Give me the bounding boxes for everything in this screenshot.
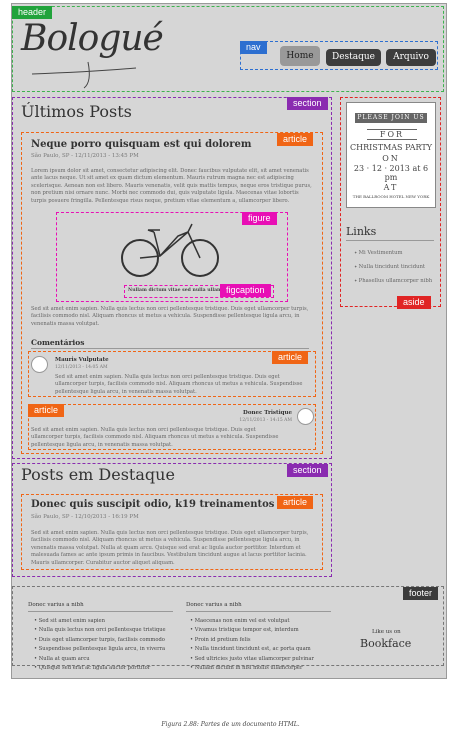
section-title-featured: Posts em Destaque (21, 465, 175, 484)
label-article-comment-2: article (28, 404, 65, 417)
footer-col-2-item[interactable]: Nullam dictum in nisl mollis ullamcorper (190, 664, 314, 673)
section-title-latest: Últimos Posts (21, 102, 132, 121)
poster-venue: THE BALLROOM HOTEL NEW YORK (352, 194, 430, 199)
bicycle-image (121, 223, 219, 277)
label-nav: nav (240, 41, 267, 54)
nav-destaque[interactable]: Destaque (326, 49, 381, 66)
article-meta: São Paulo, SP - 12/11/2013 - 13:45 PM (31, 153, 139, 159)
link-2[interactable]: Nulla tincidunt tincidunt (354, 260, 432, 274)
links-title: Links (346, 225, 377, 238)
label-article-2: article (277, 496, 314, 509)
comments-divider (31, 348, 309, 349)
footer-col-2-item[interactable]: Nulla tincidunt tincidunt est, ac porta … (190, 645, 314, 654)
poster-event: CHRISTMAS PARTY (349, 143, 432, 152)
poster-banner: PLEASE JOIN US (355, 113, 427, 123)
poster-date: 23 · 12 · 2013 at 6 pm (353, 164, 429, 182)
poster-for: FOR (367, 129, 417, 140)
comment-1-name: Mauris Vulputate (55, 357, 109, 363)
footer-col-1-item[interactable]: Quisque sed erat ac ligula auctor portti… (34, 664, 166, 673)
article-paragraph-1: Lorem ipsum dolor sit amet, consectetur … (31, 168, 312, 204)
link-1[interactable]: Mi Vestimentum (354, 246, 432, 260)
footer-col-2-item[interactable]: Maecenas non enim vel est volutpat (190, 617, 314, 626)
footer-col-2-item[interactable]: Sed ultricies justo vitae ullamcorper pu… (190, 655, 314, 664)
footer-col-1-item[interactable]: Suspendisse pellentesque ligula arcu, in… (34, 645, 166, 654)
footer-col-2-item[interactable]: Vivamus tristique tempor est, interdum (190, 626, 314, 635)
comments-title: Comentários (31, 338, 85, 347)
footer-col-1-item[interactable]: Duis eget ullamcorper turpis, facilisis … (34, 636, 166, 645)
footer-col-2-list: Maecenas non enim vel est volutpat Vivam… (190, 617, 314, 673)
avatar-1 (31, 356, 48, 373)
avatar-2 (297, 408, 314, 425)
comment-2-text: Sed sit amet enim sapien. Nulla quis lec… (31, 427, 279, 448)
footer-col-1-item[interactable]: Sed sit amet enim sapien (34, 617, 166, 626)
label-section-1: section (287, 97, 328, 110)
footer-col-1-divider (28, 611, 173, 612)
label-figure: figure (242, 212, 277, 225)
label-article-1: article (277, 133, 314, 146)
footer-col-1-item[interactable]: Nulla at quam arcu (34, 655, 166, 664)
poster-at: AT (383, 183, 399, 192)
footer-bookface-link[interactable]: Bookface (360, 637, 411, 650)
comment-1-date: 12/11/2013 - 14:05 AM (55, 365, 108, 370)
footer-col-2-divider (186, 611, 331, 612)
links-list: Mi Vestimentum Nulla tincidunt tincidunt… (354, 246, 433, 288)
label-figcaption: figcaption (220, 284, 271, 297)
footer-col-2-title: Donec varius a nibh (186, 602, 242, 608)
site-logo[interactable]: Bologué (21, 18, 164, 59)
featured-article-title[interactable]: Donec quis suscipit odio, k19 treinament… (31, 499, 274, 510)
label-aside: aside (397, 296, 431, 309)
footer-col-2-item[interactable]: Proin id pretium felis (190, 636, 314, 645)
figure-caption: Figura 2.88: Partes de um documento HTML… (161, 721, 300, 728)
logo-swash (31, 61, 137, 89)
label-article-comment-1: article (272, 351, 309, 364)
featured-article-meta: São Paulo, SP - 12/10/2013 - 16:19 PM (31, 514, 139, 520)
label-footer: footer (403, 587, 439, 600)
comment-1-text: Sed sit amet enim sapien. Nulla quis lec… (55, 374, 303, 395)
nav-home[interactable]: Home (280, 46, 320, 66)
article-paragraph-2: Sed sit amet enim sapien. Nulla quis lec… (31, 306, 309, 327)
article-title[interactable]: Neque porro quisquam est qui dolorem (31, 139, 251, 150)
party-poster: PLEASE JOIN US FOR CHRISTMAS PARTY ON 23… (346, 102, 436, 208)
nav-arquivo[interactable]: Arquivo (386, 49, 436, 66)
label-section-2: section (287, 464, 328, 477)
link-3[interactable]: Phasellus ullamcorper nibh (354, 274, 433, 288)
comment-2-date: 12/11/2013 - 14:15 AM (239, 418, 292, 423)
comment-2-name: Donec Tristique (243, 410, 292, 416)
footer-col-1-list: Sed sit amet enim sapien Nulla quis lect… (34, 617, 166, 673)
featured-article-text: Sed sit amet enim sapien. Nulla quis lec… (31, 530, 309, 566)
footer-like-label: Like us on (372, 629, 401, 635)
links-divider (346, 240, 434, 241)
footer-col-1-item[interactable]: Nulla quis lectus non orci pellentesque … (34, 626, 166, 635)
poster-on: ON (382, 154, 400, 163)
footer-col-1-title: Donec varius a nibh (28, 602, 84, 608)
